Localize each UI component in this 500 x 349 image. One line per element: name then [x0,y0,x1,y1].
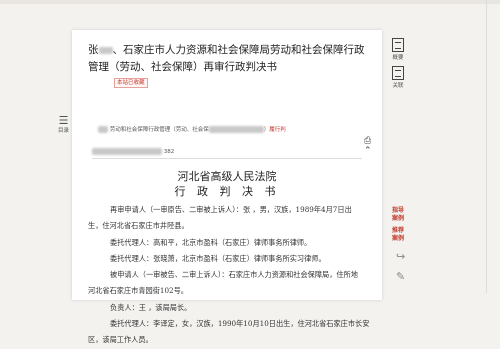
document-title: 张、石家庄市人力资源和社会保障局劳动和社会保障行政管理（劳动、社会保障）再审行政… [88,44,365,73]
document-icon [392,66,404,80]
paragraph: 被申请人（一审被告、二审上诉人）：石家庄市人力资源和社会保障局，住所地 [110,270,358,280]
overview-button[interactable]: 概要 [392,38,404,61]
related-button[interactable]: 关联 [392,66,404,89]
case-meta: 劳动和社会保障行政管理（劳动、社会保 ）履行判 [98,125,286,133]
divider [92,158,362,159]
paragraph: 负责人：王 ，该局局长。 [110,302,192,312]
paragraph: 委托代理人：张晓萧，北京市盈科（石家庄）律师事务所实习律师。 [110,253,326,263]
paragraph: 河北省石家庄市青园街102号。 [88,286,188,296]
redacted-name [98,46,113,54]
print-icon[interactable]: ⎙ [364,136,371,146]
collect-tag[interactable]: 本站已收藏 [114,78,148,88]
paragraph: 区，该局工作人员。 [88,335,153,345]
paragraph: 再审申请人（一审原告、二审被上诉人）：张 ，男，汉族，1989年4月7日出 [110,205,352,214]
paragraph: 委托代理人：高和平，北京市盈科（石家庄）律师事务所律师。 [110,237,312,247]
top-strip [0,0,500,4]
toc-label: 目录 [58,128,70,134]
toc-button[interactable]: ☰ 目录 [58,114,70,134]
scroll-edge [486,0,487,293]
collapse-icon[interactable]: ⌃ [364,146,372,156]
document-icon [392,38,404,52]
recommend-case-link[interactable]: 推荐 案例 [392,227,404,243]
view-count: 382 [92,148,174,155]
list-icon: ☰ [58,114,69,127]
guide-case-link[interactable]: 指导 案例 [392,207,404,223]
document-body: 再审申请人（一审原告、二审被上诉人）：张 ，男，汉族，1989年4月7日出 生，… [88,202,373,349]
court-name: 河北省高级人民法院 [177,170,277,183]
paragraph: 生，住河北省石家庄市井陉县。 [88,221,189,231]
share-icon[interactable]: ↪ [396,250,405,263]
judgment-document: 张、石家庄市人力资源和社会保障局劳动和社会保障行政管理（劳动、社会保障）再审行政… [72,30,382,344]
document-type: 行 政 判 决 书 [174,185,280,198]
doc-tools: ⎙ ⌃ [360,136,382,156]
paragraph: 委托代理人：李译定，女，汉族，1990年10月10日出生，住河北省石家庄市长安 [110,319,370,329]
edit-icon[interactable]: ✎ [396,270,405,283]
